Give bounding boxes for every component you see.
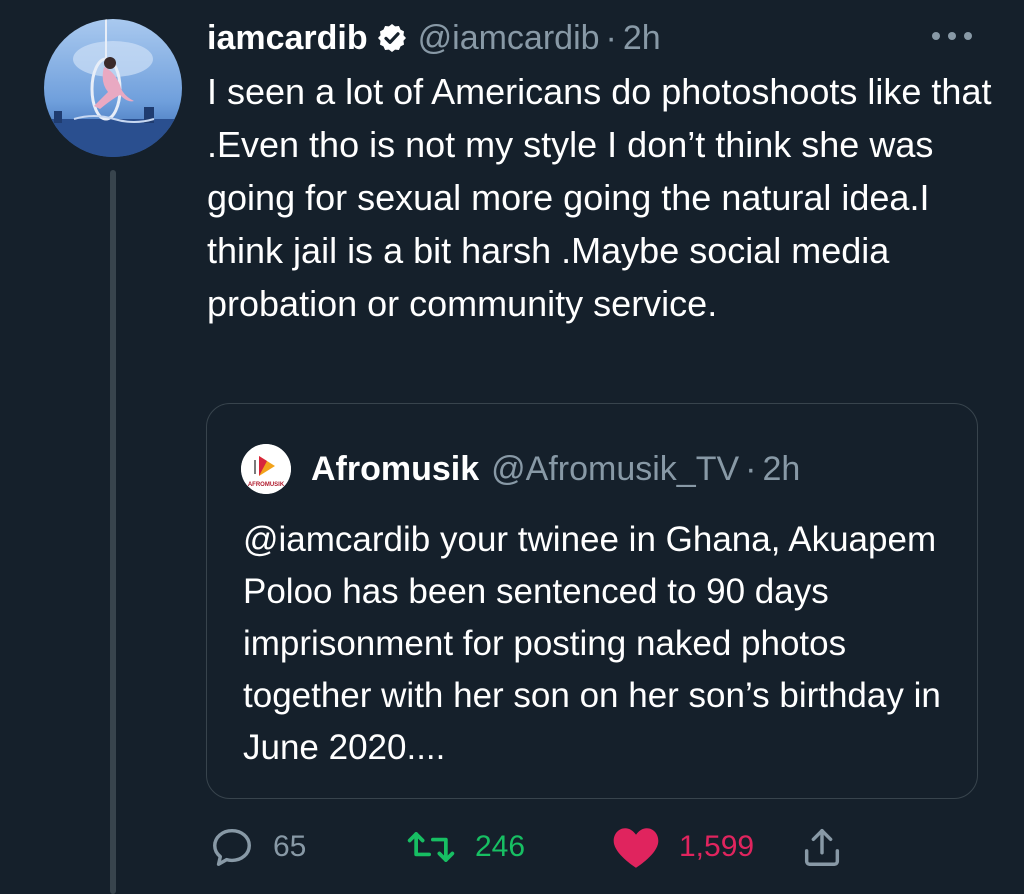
reply-count: 65 <box>273 830 307 863</box>
tweet[interactable]: iamcardib @iamcardib · 2h I seen a lot o… <box>0 0 1024 894</box>
quote-tweet[interactable]: AFROMUSIK Afromusik @Afromusik_TV · 2h @… <box>206 403 978 799</box>
share-icon <box>804 828 840 866</box>
avatar[interactable] <box>44 19 182 157</box>
retweet-button[interactable]: 246 <box>405 820 525 874</box>
display-name[interactable]: iamcardib <box>207 19 368 58</box>
reply-button[interactable]: 65 <box>209 820 306 874</box>
quote-header: AFROMUSIK Afromusik @Afromusik_TV · 2h <box>241 444 800 494</box>
svg-text:AFROMUSIK: AFROMUSIK <box>248 482 285 488</box>
like-button[interactable]: 1,599 <box>611 820 754 874</box>
quote-separator: · <box>745 449 757 488</box>
quote-avatar[interactable]: AFROMUSIK <box>241 444 291 494</box>
separator: · <box>605 18 617 57</box>
quote-display-name[interactable]: Afromusik <box>311 450 479 489</box>
tweet-header: iamcardib @iamcardib · 2h <box>207 13 661 63</box>
tweet-actions: 65 246 1,599 <box>207 820 907 874</box>
like-icon <box>613 828 659 868</box>
like-count: 1,599 <box>679 830 755 863</box>
more-horizontal-icon[interactable] <box>928 28 976 44</box>
reply-icon <box>213 828 251 866</box>
quote-handle[interactable]: @Afromusik_TV <box>491 450 739 489</box>
quote-timestamp[interactable]: 2h <box>762 450 800 489</box>
tweet-text: I seen a lot of Americans do photoshoots… <box>207 71 992 324</box>
verified-badge-icon <box>376 22 408 54</box>
handle[interactable]: @iamcardib <box>418 19 600 58</box>
afromusik-logo-icon: AFROMUSIK <box>241 444 291 494</box>
thread-line <box>110 170 116 894</box>
quote-text: @iamcardib your twinee in Ghana, Akuapem… <box>243 520 941 767</box>
profile-photo <box>44 19 182 157</box>
share-button[interactable] <box>799 820 845 874</box>
timestamp[interactable]: 2h <box>623 19 661 58</box>
retweet-icon <box>407 832 455 862</box>
retweet-count: 246 <box>475 830 526 863</box>
